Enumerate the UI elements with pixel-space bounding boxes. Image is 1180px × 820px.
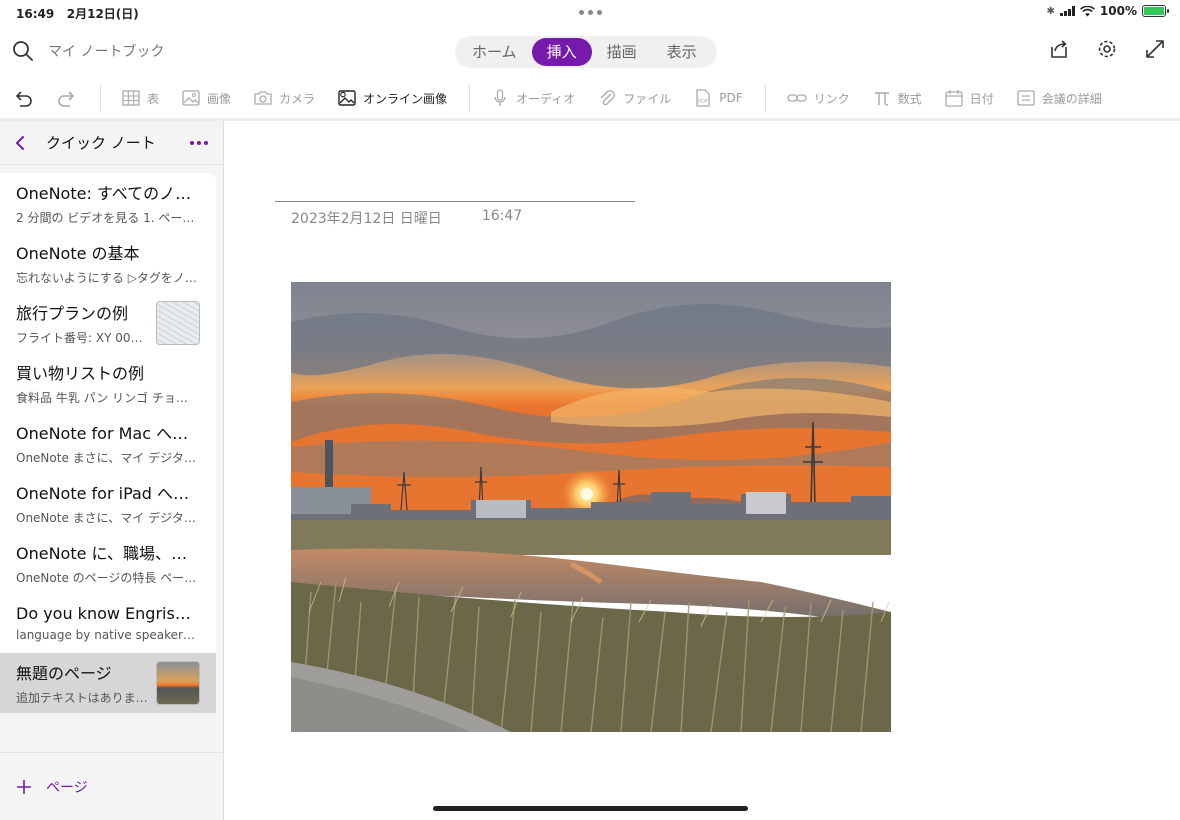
page-snippet: フライト番号: XY 0011… — [16, 331, 148, 345]
pdf-icon: PDF — [696, 89, 710, 107]
svg-text:PDF: PDF — [698, 99, 708, 105]
paperclip-icon — [600, 90, 616, 106]
battery-icon — [1142, 5, 1169, 17]
battery-percent: 100% — [1099, 4, 1137, 18]
page-title: 旅行プランの例 — [16, 304, 129, 323]
insert-camera-button[interactable]: カメラ — [253, 88, 315, 108]
page-title: 無題のページ — [16, 664, 112, 683]
page-list-item-selected[interactable]: 無題のページ追加テキストはありま… — [0, 653, 216, 713]
page-list-item[interactable]: 買い物リストの例食料品 牛乳 パン リンゴ チョ… — [0, 353, 216, 413]
page-title: OneNote: すべてのノー… — [16, 184, 200, 203]
page-title: OneNote for iPad へよ… — [16, 484, 200, 503]
section-title: クイック ノート — [46, 134, 156, 152]
ribbon-tabs: ホーム 挿入 描画 表示 — [455, 36, 717, 68]
ribbon-divider — [469, 85, 471, 111]
tab-draw[interactable]: 描画 — [592, 38, 652, 66]
tab-home[interactable]: ホーム — [457, 38, 532, 66]
sunset-river-photo — [291, 282, 891, 732]
page-list-item[interactable]: Do you know Engrish?… language by native … — [0, 593, 216, 653]
undo-button[interactable] — [12, 87, 34, 109]
page-snippet: 食料品 牛乳 パン リンゴ チョ… — [16, 391, 188, 405]
insert-image-button[interactable]: 画像 — [181, 88, 231, 108]
insert-table-button[interactable]: 表 — [121, 88, 159, 108]
tab-view[interactable]: 表示 — [652, 38, 712, 66]
insert-meeting-details-button[interactable]: 会議の詳細 — [1016, 88, 1102, 108]
share-icon[interactable] — [1048, 38, 1070, 60]
status-indicators: ✱ 100% — [1046, 4, 1169, 18]
multitasking-dots[interactable] — [579, 10, 602, 15]
insert-pdf-button[interactable]: PDF PDF — [693, 88, 743, 108]
page-list-pane: クイック ノート OneNote: すべてのノー… 2 分間の ビデオを見る 1.… — [0, 121, 224, 820]
camera-icon — [254, 91, 272, 105]
page-snippet: OneNote のページの特長 ペー… — [16, 571, 197, 585]
wifi-icon — [1079, 5, 1095, 16]
insert-date-button[interactable]: 日付 — [944, 88, 994, 108]
page-list-item[interactable]: OneNote for Mac へよ… OneNote まさに、マイ デジタ… — [0, 413, 216, 473]
ribbon-divider — [764, 85, 766, 111]
search-icon[interactable] — [12, 40, 34, 62]
undo-icon — [15, 91, 32, 107]
page-list-item[interactable]: 旅行プランの例フライト番号: XY 0011… — [0, 293, 216, 353]
page-snippet: 追加テキストはありま… — [16, 691, 148, 705]
image-icon — [182, 90, 200, 106]
insert-link-button[interactable]: リンク — [786, 88, 850, 108]
tab-insert[interactable]: 挿入 — [531, 38, 592, 66]
add-page-button[interactable]: ページ — [0, 752, 224, 820]
insert-online-image-button[interactable]: オンライン画像 — [337, 88, 447, 108]
page-title-field[interactable] — [275, 201, 635, 202]
bluetooth-icon: ✱ — [1046, 5, 1055, 17]
inserted-sunset-photo[interactable] — [291, 282, 891, 732]
table-icon — [122, 90, 140, 106]
page-title: OneNote for Mac へよ… — [16, 424, 200, 443]
pi-equation-icon — [874, 92, 889, 106]
page-list-item[interactable]: OneNote: すべてのノー… 2 分間の ビデオを見る 1. ペー… — [0, 173, 216, 233]
page-snippet: 2 分間の ビデオを見る 1. ペー… — [16, 211, 195, 225]
map-thumbnail — [156, 301, 200, 345]
page-snippet: 忘れないようにする ▷タグをノ… — [16, 271, 197, 285]
settings-gear-icon[interactable] — [1096, 38, 1118, 60]
insert-equation-button[interactable]: 数式 — [872, 88, 922, 108]
section-header: クイック ノート — [0, 121, 223, 165]
status-bar: 16:49 2月12日(日) ✱ 100% — [0, 0, 1180, 24]
home-indicator[interactable] — [433, 806, 748, 811]
sunset-thumbnail — [156, 661, 200, 705]
page-snippet: OneNote まさに、マイ デジタ… — [16, 511, 196, 525]
redo-button[interactable] — [56, 87, 78, 109]
page-title: OneNote の基本 — [16, 244, 140, 263]
link-icon — [786, 94, 807, 102]
page-canvas[interactable]: 2023年2月12日 日曜日 16:47 — [225, 121, 1180, 820]
plus-icon — [17, 779, 31, 794]
cellular-signal-icon — [1059, 6, 1075, 16]
page-title: 買い物リストの例 — [16, 364, 145, 383]
add-page-label: ページ — [46, 779, 88, 796]
page-snippet: OneNote まさに、マイ デジタ… — [16, 451, 196, 465]
online-image-icon — [338, 90, 356, 106]
notebook-search[interactable]: マイ ノートブック — [12, 40, 164, 62]
page-list-item[interactable]: OneNote の基本忘れないようにする ▷タグをノ… — [0, 233, 216, 293]
ribbon-divider — [100, 85, 101, 111]
page-title: OneNote に、職場、家… — [16, 544, 200, 563]
page-timestamp: 2023年2月12日 日曜日 16:47 — [291, 208, 522, 228]
header-actions — [1048, 38, 1166, 60]
status-time: 16:49 2月12日(日) — [16, 7, 139, 21]
insert-audio-button[interactable]: オーディオ — [490, 88, 575, 108]
page-time: 16:47 — [481, 208, 523, 224]
page-list-item[interactable]: OneNote に、職場、家… OneNote のページの特長 ペー… — [0, 533, 216, 593]
back-chevron-icon[interactable] — [14, 134, 26, 152]
redo-icon — [58, 91, 75, 107]
microphone-icon — [494, 89, 506, 106]
insert-file-button[interactable]: ファイル — [597, 88, 671, 108]
page-list: OneNote: すべてのノー… 2 分間の ビデオを見る 1. ペー… OneN… — [0, 173, 216, 713]
more-options-icon[interactable] — [189, 140, 209, 146]
page-snippet: language by native speakers… — [16, 628, 200, 642]
page-date: 2023年2月12日 日曜日 — [291, 211, 442, 227]
calendar-icon — [945, 90, 963, 107]
page-list-item[interactable]: OneNote for iPad へよ… OneNote まさに、マイ デジタ… — [0, 473, 216, 533]
expand-icon[interactable] — [1144, 38, 1166, 60]
insert-ribbon: 表 画像 カメラ オンライン画像 オーディオ ファイル PDF PDF リンク … — [0, 78, 1180, 118]
meeting-details-icon — [1017, 90, 1035, 106]
page-title: Do you know Engrish?… — [16, 604, 200, 623]
notebook-name[interactable]: マイ ノートブック — [48, 41, 164, 61]
